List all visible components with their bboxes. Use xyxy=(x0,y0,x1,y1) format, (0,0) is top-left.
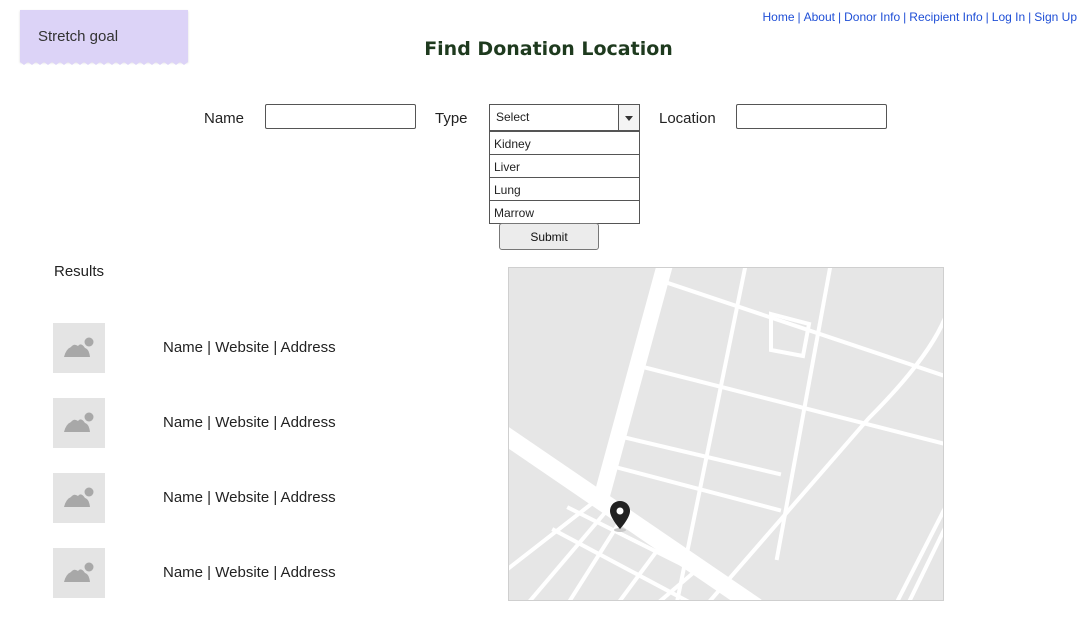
nav-separator: | xyxy=(985,10,989,24)
type-option-label: Kidney xyxy=(494,137,531,151)
chevron-down-icon xyxy=(625,116,633,121)
result-item[interactable]: Name | Website | Address xyxy=(53,323,453,373)
location-label: Location xyxy=(659,110,716,127)
type-select[interactable]: Select xyxy=(489,104,640,131)
type-option-label: Lung xyxy=(494,183,521,197)
map-pin-icon[interactable] xyxy=(609,500,631,532)
map-graphic xyxy=(509,268,943,600)
nav-separator: | xyxy=(903,10,907,24)
nav-separator: | xyxy=(837,10,842,24)
result-item[interactable]: Name | Website | Address xyxy=(53,473,453,523)
nav-link-sign-up[interactable]: Sign Up xyxy=(1034,10,1077,24)
dropdown-button[interactable] xyxy=(618,105,639,130)
image-placeholder-icon xyxy=(53,548,105,598)
result-item[interactable]: Name | Website | Address xyxy=(53,548,453,598)
name-label: Name xyxy=(204,110,245,127)
nav-link-recipient-info[interactable]: Recipient Info xyxy=(909,10,982,24)
type-select-value: Select xyxy=(496,110,530,124)
nav-separator: | xyxy=(1028,10,1032,24)
nav-link-about[interactable]: About xyxy=(804,10,835,24)
result-item-text: Name | Website | Address xyxy=(163,489,336,506)
page-title: Find Donation Location xyxy=(424,38,673,60)
results-heading: Results xyxy=(54,263,105,280)
type-option-liver[interactable]: Liver xyxy=(489,154,640,178)
top-nav: Home | About | Donor Info | Recipient Info | Log… xyxy=(762,10,1077,24)
type-option-label: Liver xyxy=(494,160,521,174)
sticky-note-edge xyxy=(20,60,188,65)
result-item-text: Name | Website | Address xyxy=(163,564,336,581)
submit-button[interactable]: Submit xyxy=(499,223,599,250)
result-item-text: Name | Website | Address xyxy=(163,414,336,431)
nav-link-donor-info[interactable]: Donor Info xyxy=(844,10,900,24)
nav-link-home[interactable]: Home xyxy=(762,10,794,24)
type-option-kidney[interactable]: Kidney xyxy=(489,131,640,155)
type-option-lung[interactable]: Lung xyxy=(489,177,640,201)
type-option-marrow[interactable]: Marrow xyxy=(489,200,640,224)
nav-separator: | xyxy=(797,10,801,24)
map-view[interactable] xyxy=(508,267,944,601)
type-label: Type xyxy=(435,110,468,127)
type-option-label: Marrow xyxy=(494,206,535,220)
image-placeholder-icon xyxy=(53,398,105,448)
result-item-text: Name | Website | Address xyxy=(163,339,336,356)
name-input[interactable] xyxy=(265,104,416,129)
location-input[interactable] xyxy=(736,104,887,129)
image-placeholder-icon xyxy=(53,473,105,523)
image-placeholder-icon xyxy=(53,323,105,373)
nav-link-log-in[interactable]: Log In xyxy=(992,10,1025,24)
result-item[interactable]: Name | Website | Address xyxy=(53,398,453,448)
